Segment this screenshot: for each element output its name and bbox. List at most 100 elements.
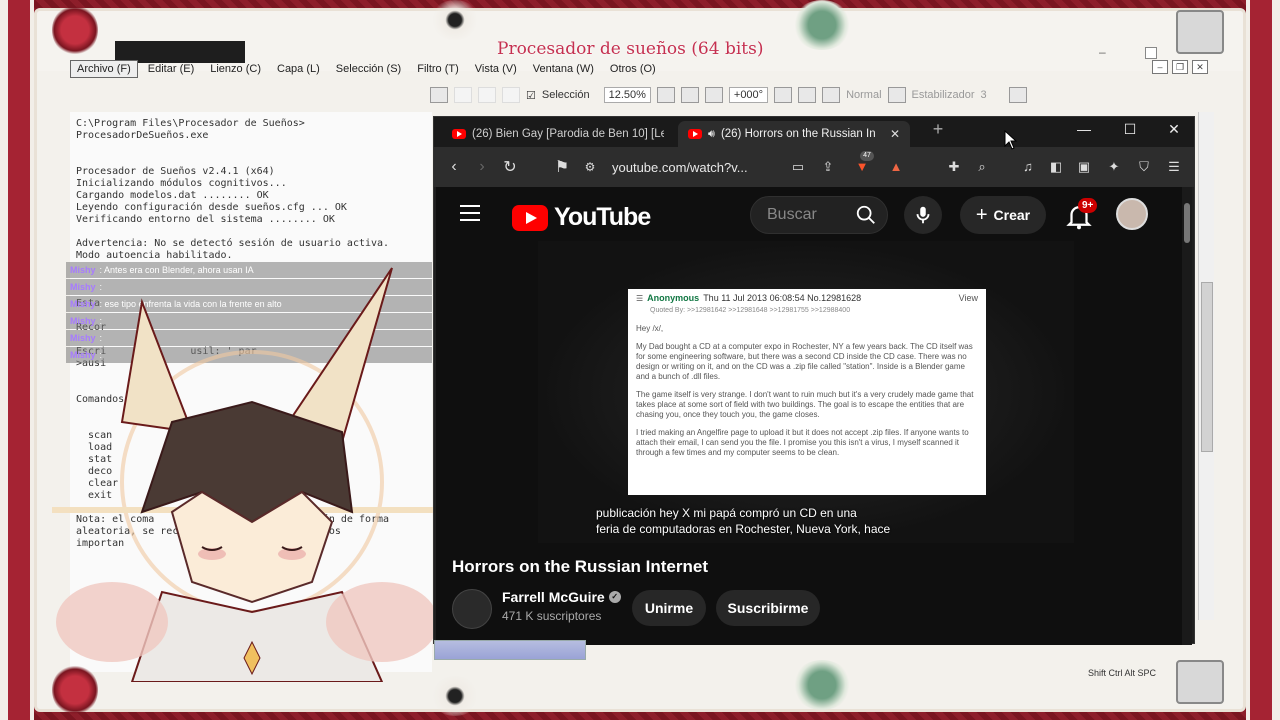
ai-icon[interactable]: ✦ [1104, 157, 1124, 177]
channel-name[interactable]: Farrell McGuire ✓ [502, 589, 621, 605]
reload-icon[interactable]: ↻ [496, 157, 524, 177]
channel-subscribers: 471 K suscriptores [502, 609, 602, 623]
youtube-play-icon [512, 204, 548, 231]
share-icon[interactable]: ⇪ [818, 157, 838, 177]
voice-search-button[interactable] [904, 196, 942, 234]
sidebar-icon[interactable]: ◧ [1046, 157, 1066, 177]
search-box[interactable]: Buscar [750, 196, 888, 234]
menu-item[interactable]: Ventana (W) [527, 61, 600, 77]
chat-text: : Antes era con Blender, ahora usan IA [99, 265, 254, 275]
chat-username: Mishy [70, 333, 96, 343]
zoom-field[interactable]: 12.50% [603, 87, 651, 103]
chat-message: Mishy: [66, 313, 432, 329]
menu-item[interactable]: Editar (E) [142, 61, 200, 77]
chat-message: Mishy: [66, 279, 432, 295]
new-tab-button[interactable]: + [918, 119, 958, 140]
selection-checkbox[interactable]: ☑ [526, 89, 536, 102]
youtube-logo[interactable]: YouTube [512, 203, 651, 232]
menu-icon[interactable]: ☰ [1164, 157, 1184, 177]
menu-item[interactable]: Archivo (F) [70, 60, 138, 78]
stabilizer-value[interactable]: 3 [981, 89, 1003, 101]
post-quoted-by: Quoted By: >>12981642 >>12981648 >>12981… [650, 307, 851, 314]
site-info-icon[interactable]: ⚙ [576, 160, 604, 174]
scrollbar-thumb[interactable] [1184, 203, 1190, 243]
tool-icon[interactable] [430, 87, 448, 103]
chat-username: Mishy [70, 350, 96, 360]
menu-item[interactable]: Selección (S) [330, 61, 407, 77]
chat-text: : ese tipo enfrenta la vida con la frent… [99, 299, 282, 309]
rewards-icon[interactable]: ▲ [886, 157, 906, 177]
rotation-field[interactable]: +000° [728, 87, 769, 103]
menu-item[interactable]: Capa (L) [271, 61, 326, 77]
minimize-button[interactable]: — [1064, 121, 1104, 137]
tab-horrors-russian[interactable]: 🔊︎ (26) Horrors on the Russian In ✕ [678, 121, 910, 147]
speaker-icon[interactable]: 🔊︎ [708, 128, 715, 141]
bookmark-icon[interactable]: ⚑ [548, 157, 576, 177]
forum-post-screenshot: ☰ Anonymous Thu 11 Jul 2013 06:08:54 No.… [628, 289, 986, 495]
menu-item[interactable]: Otros (O) [604, 61, 662, 77]
cast-icon[interactable]: ▭ [788, 157, 808, 177]
back-icon[interactable]: ‹ [440, 158, 468, 176]
close-button[interactable]: ✕ [1154, 121, 1194, 138]
progress-bar [434, 640, 586, 660]
tool-options-bar: ☑ Selección 12.50% +000° Normal Estabili… [430, 84, 1210, 106]
modifier-status: Shift Ctrl Alt SPC [1088, 668, 1157, 678]
extensions-icon[interactable]: ✚ [944, 157, 964, 177]
chat-username: Mishy [70, 265, 96, 275]
chat-message: Mishy: ese tipo enfrenta la vida con la … [66, 296, 432, 312]
hamburger-menu-icon[interactable] [460, 205, 480, 226]
zoom-in-icon[interactable] [704, 87, 723, 103]
join-button[interactable]: Unirme [632, 590, 706, 626]
menu-item[interactable]: Filtro (T) [411, 61, 465, 77]
frame-left-stripe [0, 0, 34, 720]
close-icon[interactable]: ✕ [890, 127, 900, 141]
stabilizer-dropdown[interactable] [1008, 87, 1027, 103]
maximize-button[interactable]: ☐ [1110, 121, 1150, 138]
post-view-link: View [958, 293, 978, 303]
forward-icon[interactable]: › [468, 158, 496, 176]
doc-minimize-button[interactable]: – [1152, 60, 1168, 74]
channel-avatar[interactable] [452, 589, 492, 629]
tool-icon[interactable] [478, 87, 496, 103]
blend-mode-select[interactable]: Normal [846, 89, 881, 101]
blend-icon[interactable] [887, 87, 906, 103]
tool-icon[interactable] [454, 87, 472, 103]
wallet-icon[interactable]: ▣ [1074, 157, 1094, 177]
zoom-fit-icon[interactable] [680, 87, 699, 103]
chat-username: Mishy [70, 316, 96, 326]
subscribe-button[interactable]: Suscribirme [716, 590, 820, 626]
browser-scrollbar[interactable] [1182, 187, 1192, 645]
vpn-icon[interactable]: ⛉ [1134, 157, 1154, 177]
menu-item[interactable]: Vista (V) [469, 61, 523, 77]
doc-restore-button[interactable]: ❐ [1172, 60, 1188, 74]
post-greeting: Hey /x/, [636, 324, 664, 333]
canvas-vertical-scrollbar[interactable] [1198, 112, 1214, 620]
rotate-right-icon[interactable] [798, 87, 817, 103]
flip-icon[interactable] [822, 87, 841, 103]
chat-text: : [99, 333, 103, 343]
scrollbar-thumb[interactable] [1201, 282, 1213, 452]
tool-icon[interactable] [502, 87, 520, 103]
menu-item[interactable]: Lienzo (C) [204, 61, 267, 77]
search-icon[interactable] [853, 204, 879, 226]
chat-username: Mishy [70, 282, 96, 292]
zoom-out-icon[interactable] [656, 87, 675, 103]
url-field[interactable]: youtube.com/watch?v... [612, 160, 748, 175]
music-icon[interactable]: ♫ [1018, 157, 1038, 177]
rotate-left-icon[interactable] [774, 87, 793, 103]
user-avatar[interactable] [1116, 198, 1148, 230]
doc-close-button[interactable]: ✕ [1192, 60, 1208, 74]
post-paragraph: I tried making an Angelfire page to uplo… [636, 428, 969, 457]
progress-fill [435, 641, 585, 659]
chat-text: : [99, 350, 103, 360]
tab-bien-gay[interactable]: (26) Bien Gay [Parodia de Ben 10] [Le [442, 121, 674, 147]
post-header: ☰ Anonymous Thu 11 Jul 2013 06:08:54 No.… [636, 293, 978, 304]
create-button[interactable]: + Crear [960, 196, 1046, 234]
video-title: Horrors on the Russian Internet [452, 557, 708, 576]
tab-search-icon[interactable]: ⌕ [972, 157, 992, 177]
chat-message: Mishy: [66, 347, 432, 363]
terminal-output: C:\Program Files\Procesador de Sueños> P… [70, 112, 432, 672]
document-window-controls: – ❐ ✕ [1152, 60, 1208, 74]
video-player[interactable]: ☰ Anonymous Thu 11 Jul 2013 06:08:54 No.… [538, 241, 1074, 543]
search-input[interactable]: Buscar [751, 206, 841, 224]
